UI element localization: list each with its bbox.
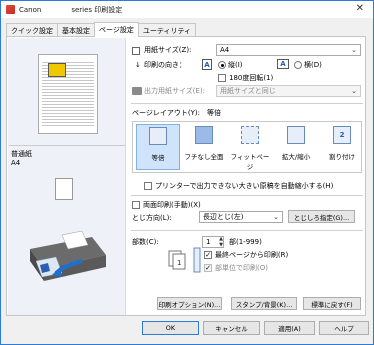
- last-page-first-checkbox[interactable]: [204, 251, 212, 259]
- output-size-select[interactable]: 用紙サイズと同じ ⌄: [216, 85, 361, 97]
- window-title-right: series 印刷設定: [71, 5, 123, 14]
- paper-orientation-icon: [55, 178, 73, 200]
- duplex-label: 両面印刷(手動)(X): [143, 201, 201, 209]
- layout-fit-to-page[interactable]: フィットページ: [228, 124, 272, 171]
- close-icon[interactable]: ✕: [356, 3, 364, 14]
- collate-pages-icon: 1: [168, 250, 186, 270]
- page-layout-value: 等倍: [207, 109, 221, 117]
- paper-size-label: 用紙サイズ(Z):: [144, 46, 192, 54]
- ok-button[interactable]: OK: [142, 321, 199, 335]
- rotate-180-checkbox[interactable]: [218, 74, 226, 82]
- last-page-first-label: 最終ページから印刷(R): [215, 251, 289, 259]
- apply-button[interactable]: 適用(A): [264, 321, 315, 335]
- tab-basic-settings[interactable]: 基本設定: [57, 23, 95, 37]
- preview-image: [48, 63, 66, 77]
- auto-reduce-label: プリンターで出力できない大きい原稿を自動縮小する(H): [155, 182, 334, 190]
- page-layout-list: 等倍 フチなし全面 フィットページ 拡大/縮小 2 割り付け: [132, 121, 362, 173]
- paper-size-text: A4: [11, 159, 21, 167]
- collate-label: 部単位で印刷(O): [215, 264, 268, 272]
- cancel-button[interactable]: キャンセル: [203, 321, 260, 335]
- help-button[interactable]: ヘルプ: [319, 321, 369, 335]
- paper-size-select[interactable]: A4 ⌄: [216, 44, 361, 56]
- output-size-value: 用紙サイズと同じ: [220, 87, 276, 95]
- tab-bar: クイック設定 基本設定 ページ設定 ユーティリティ: [6, 22, 197, 37]
- binding-value: 長辺とじ(左): [203, 213, 244, 221]
- layout-scaled[interactable]: 拡大/縮小: [274, 124, 318, 170]
- printer-app-icon: [6, 5, 15, 14]
- chevron-down-icon: ⌄: [351, 87, 357, 95]
- stamp-background-button[interactable]: スタンプ/背景(K)...: [231, 297, 297, 310]
- paper-type-text: 普通紙: [11, 150, 32, 158]
- paper-size-icon: [132, 47, 140, 55]
- print-options-button[interactable]: 印刷オプション(N)...: [157, 297, 222, 310]
- tab-quick-setup[interactable]: クイック設定: [6, 23, 58, 37]
- binding-label: とじ方向(L):: [132, 214, 172, 222]
- collate-order-icon: [193, 247, 201, 273]
- arrow-down-icon: ↓: [135, 61, 141, 69]
- page-setup-panel: 普通紙 A4 用紙サイズ(Z): A4 ⌄ ↓ 印刷の向き： A 縦(I) A …: [6, 36, 366, 316]
- layout-n-up[interactable]: 2 割り付け: [320, 124, 364, 170]
- output-size-label: 出力用紙サイズ(E):: [144, 87, 206, 95]
- copies-label: 部数(C):: [132, 238, 159, 246]
- chevron-down-icon: ⌄: [351, 46, 357, 54]
- chevron-down-icon: ⌄: [273, 213, 279, 221]
- orientation-label: 印刷の向き：: [144, 61, 186, 69]
- landscape-label: 横(D): [304, 61, 322, 69]
- svg-text:1: 1: [177, 259, 181, 267]
- output-printer-icon: [132, 87, 142, 95]
- copies-stepper[interactable]: ▲ ▼: [217, 236, 225, 248]
- layout-borderless[interactable]: フチなし全面: [182, 124, 226, 170]
- rotate-180-label: 180度回転(1): [229, 74, 274, 82]
- printer-illustration-icon: [30, 230, 106, 281]
- layout-borderless-icon: [195, 126, 213, 144]
- duplex-checkbox[interactable]: [132, 201, 140, 209]
- preview-pane: 普通紙 A4: [8, 38, 126, 315]
- restore-defaults-button[interactable]: 標準に戻す(F): [303, 297, 361, 310]
- portrait-label: 縦(I): [228, 61, 243, 69]
- window-title-left: Canon: [19, 5, 42, 14]
- binding-margin-button[interactable]: とじしろ指定(G)...: [288, 210, 355, 223]
- portrait-icon: A: [202, 59, 212, 70]
- tab-utility[interactable]: ユーティリティ: [137, 23, 197, 37]
- copies-range: 部(1-999): [229, 238, 262, 246]
- portrait-radio[interactable]: [218, 61, 226, 69]
- binding-select[interactable]: 長辺とじ(左) ⌄: [199, 211, 283, 223]
- landscape-radio[interactable]: [294, 61, 302, 69]
- layout-fit-icon: [241, 126, 259, 144]
- layout-normal-icon: [149, 127, 167, 145]
- title-bar: Canon series 印刷設定 ✕: [1, 1, 373, 18]
- paper-size-value: A4: [220, 46, 230, 54]
- print-settings-window: Canon series 印刷設定 ✕ クイック設定 基本設定 ページ設定 ユー…: [0, 0, 374, 345]
- tab-page-setup[interactable]: ページ設定: [94, 22, 139, 37]
- layout-normal[interactable]: 等倍: [136, 124, 180, 170]
- landscape-icon: A: [277, 59, 289, 69]
- auto-reduce-checkbox[interactable]: [144, 182, 152, 190]
- layout-scaled-icon: [287, 126, 305, 144]
- layout-n-up-icon: 2: [333, 126, 351, 144]
- page-layout-label: ページレイアウト(Y):: [132, 109, 200, 117]
- collate-checkbox[interactable]: [204, 264, 212, 272]
